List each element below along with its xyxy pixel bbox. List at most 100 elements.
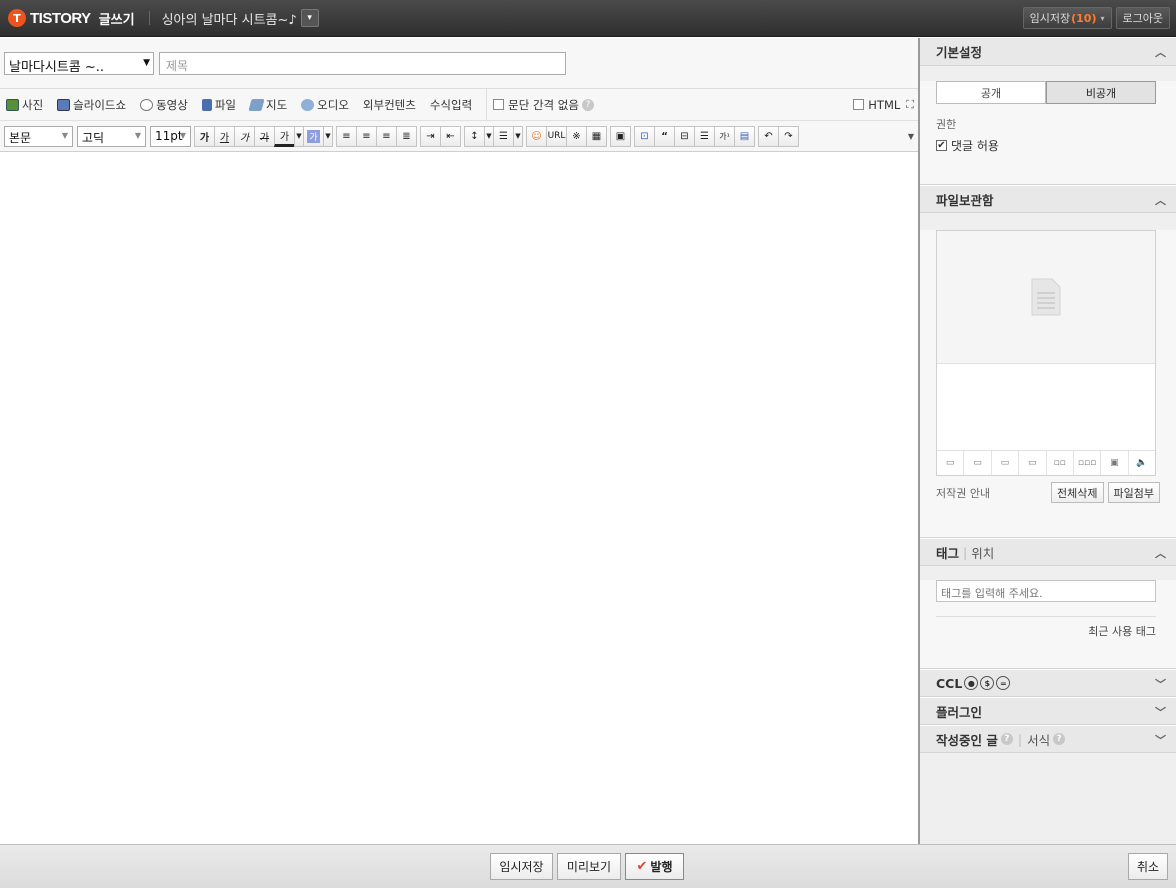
toolbar-more-icon[interactable]: ▼ bbox=[908, 132, 914, 141]
plugins-header[interactable]: 플러그인 ﹀ bbox=[920, 697, 1176, 725]
font-size-select[interactable]: 11pt ▼ bbox=[150, 125, 191, 147]
text-box-button[interactable]: ⊡ bbox=[634, 125, 655, 147]
layout-two-icon[interactable]: ▫▫ bbox=[1047, 451, 1074, 475]
text-color-button[interactable]: 가 bbox=[274, 125, 295, 147]
delete-all-button[interactable]: 전체삭제 bbox=[1051, 482, 1104, 503]
file-storage-header[interactable]: 파일보관함 ︿ bbox=[920, 185, 1176, 213]
align-justify-button[interactable]: ≣ bbox=[396, 125, 417, 147]
temp-save-button[interactable]: 임시저장 bbox=[490, 853, 553, 880]
tistory-logo[interactable]: T TISTORY bbox=[8, 9, 91, 27]
checkbox-checked-icon[interactable]: ✔ bbox=[936, 140, 947, 151]
divider: | bbox=[963, 544, 968, 560]
temp-save-list-button[interactable]: 임시저장 (10) ▾ bbox=[1022, 7, 1112, 29]
align-right-button[interactable]: ≡ bbox=[376, 125, 397, 147]
location-tab[interactable]: 위치 bbox=[971, 543, 994, 562]
highlight-color-button[interactable]: 가 bbox=[303, 125, 324, 147]
basic-settings-header[interactable]: 기본설정 ︿ bbox=[920, 38, 1176, 66]
table-button[interactable]: ▦ bbox=[586, 125, 607, 147]
paragraph-spacing-toggle[interactable]: 문단 간격 없음 ? bbox=[493, 97, 594, 113]
blog-dropdown-button[interactable]: ▾ bbox=[300, 9, 319, 27]
outdent-icon: ⇤ bbox=[446, 130, 455, 142]
preview-button[interactable]: 미리보기 bbox=[557, 853, 621, 880]
font-select[interactable]: 고딕 ▼ bbox=[77, 125, 146, 147]
format-tab[interactable]: 서식 bbox=[1027, 730, 1050, 749]
line-height-button[interactable]: ↕ bbox=[464, 125, 485, 147]
align-left-button[interactable]: ≡ bbox=[336, 125, 357, 147]
file-list[interactable]: ▭ ▭ ▭ ▭ ▫▫ ▫▫▫ ▣ 🔈 bbox=[936, 230, 1156, 476]
category-select[interactable]: 날마다시트콤 ~.. ▼ bbox=[4, 52, 154, 75]
publish-button[interactable]: ✔ 발행 bbox=[625, 853, 684, 880]
layout-center-icon[interactable]: ▭ bbox=[964, 451, 992, 475]
save-format-button[interactable]: ▤ bbox=[734, 125, 755, 147]
insert-audio-button[interactable]: 오디오 bbox=[301, 97, 349, 113]
checkbox[interactable] bbox=[493, 99, 505, 110]
layout-right-icon[interactable]: ▭ bbox=[992, 451, 1020, 475]
indent-button[interactable]: ⇥ bbox=[420, 125, 441, 147]
attach-file-button[interactable]: 파일첨부 bbox=[1107, 482, 1160, 503]
checkbox[interactable] bbox=[853, 99, 865, 110]
title-row: 날마다시트콤 ~.. ▼ 제목 bbox=[0, 38, 918, 89]
private-option[interactable]: 비공개 bbox=[1046, 81, 1156, 104]
special-char-button[interactable]: ※ bbox=[566, 125, 587, 147]
paragraph-style-select[interactable]: 본문 ▼ bbox=[4, 125, 73, 147]
divider-button[interactable]: ⊟ bbox=[674, 125, 695, 147]
layout-three-icon[interactable]: ▫▫▫ bbox=[1074, 451, 1102, 475]
insert-slideshow-button[interactable]: 슬라이드쇼 bbox=[57, 97, 126, 113]
photo-label: 사진 bbox=[22, 97, 44, 112]
tag-body: 태그를 입력해 주세요. 최근 사용 태그 bbox=[920, 580, 1176, 669]
align-right-icon: ≡ bbox=[382, 130, 391, 142]
formula-button[interactable]: 수식입력 bbox=[430, 97, 472, 113]
blog-name[interactable]: 싱아의 날마다 시트콤~♪ bbox=[162, 9, 297, 28]
fullscreen-icon[interactable]: ⛶ bbox=[906, 98, 914, 112]
audio-icon[interactable]: 🔈 bbox=[1129, 451, 1155, 475]
insert-video-button[interactable]: 동영상 bbox=[140, 97, 188, 113]
list-dropdown[interactable]: ▼ bbox=[513, 125, 523, 147]
allow-comments-toggle[interactable]: ✔ 댓글 허용 bbox=[936, 137, 1160, 154]
emoticon-button[interactable]: ☺ bbox=[526, 125, 547, 147]
list-button[interactable]: ☰ bbox=[493, 125, 514, 147]
link-button[interactable]: URL bbox=[546, 125, 567, 147]
public-option[interactable]: 공개 bbox=[936, 81, 1046, 104]
highlight-dropdown[interactable]: ▼ bbox=[323, 125, 333, 147]
box-button[interactable]: ▣ bbox=[610, 125, 631, 147]
layout-full-icon[interactable]: ▭ bbox=[1019, 451, 1047, 475]
title-input[interactable]: 제목 bbox=[159, 52, 566, 75]
underline-button[interactable]: 가 bbox=[214, 125, 235, 147]
insert-file-button[interactable]: 파일 bbox=[201, 97, 236, 113]
undo-button[interactable]: ↶ bbox=[758, 125, 779, 147]
section-title: 플러그인 bbox=[936, 704, 983, 720]
help-icon[interactable]: ? bbox=[1053, 733, 1066, 745]
content-editor[interactable] bbox=[0, 152, 918, 844]
attribution-icon: ● bbox=[964, 676, 979, 690]
align-center-button[interactable]: ≡ bbox=[356, 125, 377, 147]
help-icon[interactable]: ? bbox=[1000, 733, 1013, 745]
align-center-icon: ≡ bbox=[362, 130, 371, 142]
html-mode-toggle[interactable]: HTML bbox=[853, 98, 900, 112]
recent-tags-link[interactable]: 최근 사용 태그 bbox=[936, 623, 1156, 639]
more-line-button[interactable]: ☰ bbox=[694, 125, 715, 147]
chevron-down-icon: ﹀ bbox=[1155, 678, 1166, 691]
ccl-header[interactable]: CCL ● $ = ﹀ bbox=[920, 669, 1176, 697]
insert-photo-button[interactable]: 사진 bbox=[6, 97, 43, 113]
bold-button[interactable]: 가 bbox=[194, 125, 215, 147]
redo-button[interactable]: ↷ bbox=[778, 125, 799, 147]
logout-button[interactable]: 로그아웃 bbox=[1115, 7, 1170, 29]
temp-save-label: 임시저장 bbox=[1029, 12, 1071, 25]
cancel-button[interactable]: 취소 bbox=[1128, 853, 1168, 880]
drafts-header[interactable]: 작성중인 글 ? | 서식 ? ﹀ bbox=[920, 725, 1176, 753]
audio-icon bbox=[301, 98, 315, 111]
insert-map-button[interactable]: 지도 bbox=[248, 97, 287, 113]
layout-left-icon[interactable]: ▭ bbox=[937, 451, 965, 475]
copyright-guide-link[interactable]: 저작권 안내 bbox=[936, 485, 990, 501]
tag-header[interactable]: 태그 | 위치 ︿ bbox=[920, 538, 1176, 566]
text-box-icon: ⊡ bbox=[640, 130, 649, 142]
quote-button[interactable]: “ bbox=[654, 125, 675, 147]
layout-slide-icon[interactable]: ▣ bbox=[1101, 451, 1129, 475]
footnote-button[interactable]: 가¹ bbox=[714, 125, 735, 147]
outdent-button[interactable]: ⇤ bbox=[440, 125, 461, 147]
strikethrough-button[interactable]: 가 bbox=[254, 125, 275, 147]
tag-input[interactable]: 태그를 입력해 주세요. bbox=[936, 580, 1156, 602]
help-icon[interactable]: ? bbox=[581, 98, 594, 111]
italic-button[interactable]: 가 bbox=[234, 125, 255, 147]
external-content-button[interactable]: 외부컨텐츠 bbox=[363, 97, 416, 113]
